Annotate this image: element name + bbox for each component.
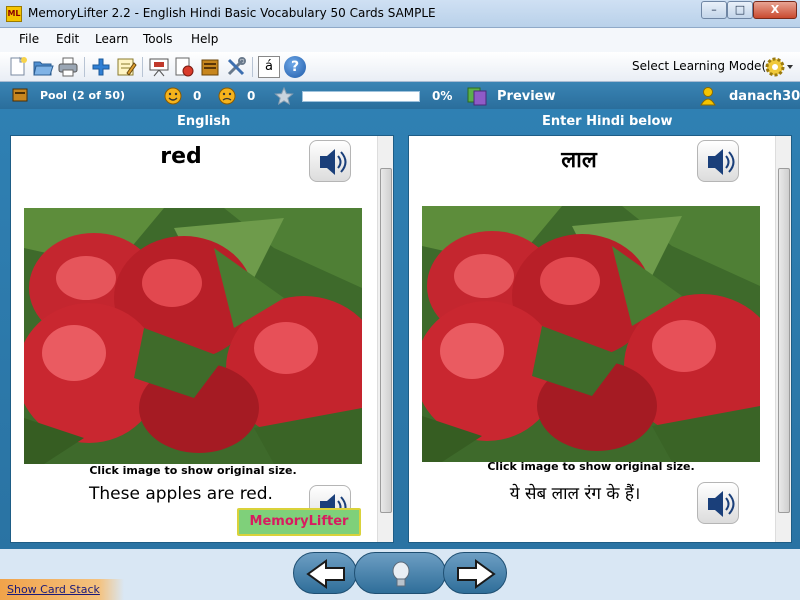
user-icon bbox=[700, 86, 716, 106]
memorylifter-logo: MemoryLifter bbox=[237, 508, 361, 536]
bottom-navigation: Show Card Stack bbox=[0, 549, 800, 600]
scrollbar-thumb[interactable] bbox=[778, 168, 790, 513]
correct-count: 0 bbox=[193, 89, 202, 103]
card-image[interactable] bbox=[422, 206, 760, 462]
menu-bar: File Edit Learn Tools Help bbox=[0, 28, 800, 52]
pool-label: Pool bbox=[40, 89, 67, 102]
toolbar-separator bbox=[84, 57, 85, 77]
arrow-left-icon bbox=[306, 559, 345, 589]
settings-tools-icon[interactable] bbox=[225, 56, 247, 78]
speaker-icon[interactable] bbox=[309, 140, 351, 182]
menu-learn[interactable]: Learn bbox=[95, 32, 129, 46]
card-box-icon[interactable] bbox=[199, 56, 221, 78]
image-hint: Click image to show original size. bbox=[487, 460, 695, 473]
username: danach30 bbox=[729, 89, 800, 104]
preview-cards-icon[interactable] bbox=[466, 86, 488, 106]
smiley-wrong-icon bbox=[218, 87, 236, 105]
progress-bar bbox=[302, 91, 420, 102]
new-document-icon[interactable] bbox=[7, 56, 29, 78]
toolbar-separator bbox=[142, 57, 143, 77]
window-title: MemoryLifter 2.2 - English Hindi Basic V… bbox=[28, 6, 436, 20]
menu-file[interactable]: File bbox=[19, 32, 39, 46]
maximize-button[interactable]: □ bbox=[727, 1, 753, 19]
scrollbar[interactable] bbox=[775, 136, 791, 542]
image-hint: Click image to show original size. bbox=[89, 464, 297, 477]
sentence-speaker-icon[interactable] bbox=[697, 482, 739, 524]
add-icon[interactable] bbox=[90, 56, 112, 78]
help-icon[interactable]: ? bbox=[284, 56, 306, 78]
learning-area: English Enter Hindi below red Click imag… bbox=[0, 109, 800, 549]
example-sentence: ये सेब लाल रंग के हैं। bbox=[509, 484, 641, 504]
edit-card-icon[interactable] bbox=[115, 56, 137, 78]
wrong-count: 0 bbox=[247, 89, 256, 103]
example-sentence: These apples are red. bbox=[89, 484, 273, 504]
status-bar: Pool (2 of 50) 0 0 0% Preview danach30 bbox=[0, 82, 800, 109]
speaker-icon[interactable] bbox=[697, 140, 739, 182]
arrow-right-icon bbox=[457, 559, 496, 589]
progress-percent: 0% bbox=[432, 89, 453, 103]
pool-box-icon bbox=[12, 88, 28, 102]
statistics-icon[interactable] bbox=[173, 56, 195, 78]
scrollbar[interactable] bbox=[377, 136, 393, 542]
answer-card: लाल Click image to show original size. य… bbox=[408, 135, 792, 543]
question-card: red Click image to show original size. T… bbox=[10, 135, 394, 543]
previous-card-button[interactable] bbox=[293, 552, 357, 594]
menu-edit[interactable]: Edit bbox=[56, 32, 79, 46]
scrollbar-thumb[interactable] bbox=[380, 168, 392, 513]
special-character-icon[interactable]: á bbox=[258, 56, 280, 78]
card-image[interactable] bbox=[24, 208, 362, 464]
menu-help[interactable]: Help bbox=[191, 32, 218, 46]
learning-mode-label[interactable]: Select Learning Mode(s) bbox=[632, 59, 777, 73]
toolbar: á ? Select Learning Mode(s) bbox=[0, 52, 800, 82]
minimize-button[interactable]: – bbox=[701, 1, 727, 19]
close-button[interactable]: X bbox=[753, 1, 797, 19]
title-bar: ML MemoryLifter 2.2 - English Hindi Basi… bbox=[0, 0, 800, 28]
open-folder-icon[interactable] bbox=[32, 56, 54, 78]
pool-count: (2 of 50) bbox=[72, 89, 126, 102]
star-icon bbox=[274, 86, 294, 106]
preview-link[interactable]: Preview bbox=[497, 89, 556, 104]
show-card-stack-link[interactable]: Show Card Stack bbox=[7, 583, 100, 596]
answer-column-header: Enter Hindi below bbox=[542, 114, 673, 129]
app-logo-icon: ML bbox=[6, 6, 22, 22]
lightbulb-icon bbox=[392, 561, 410, 587]
smiley-correct-icon bbox=[164, 87, 182, 105]
question-word: red bbox=[160, 144, 202, 169]
question-column-header: English bbox=[177, 114, 231, 129]
gear-icon[interactable] bbox=[764, 56, 794, 78]
show-card-stack-tab[interactable]: Show Card Stack bbox=[0, 579, 124, 600]
menu-tools[interactable]: Tools bbox=[143, 32, 173, 46]
toolbar-separator bbox=[252, 57, 253, 77]
slideshow-icon[interactable] bbox=[148, 56, 170, 78]
hint-button[interactable] bbox=[354, 552, 446, 594]
print-icon[interactable] bbox=[57, 56, 79, 78]
next-card-button[interactable] bbox=[443, 552, 507, 594]
